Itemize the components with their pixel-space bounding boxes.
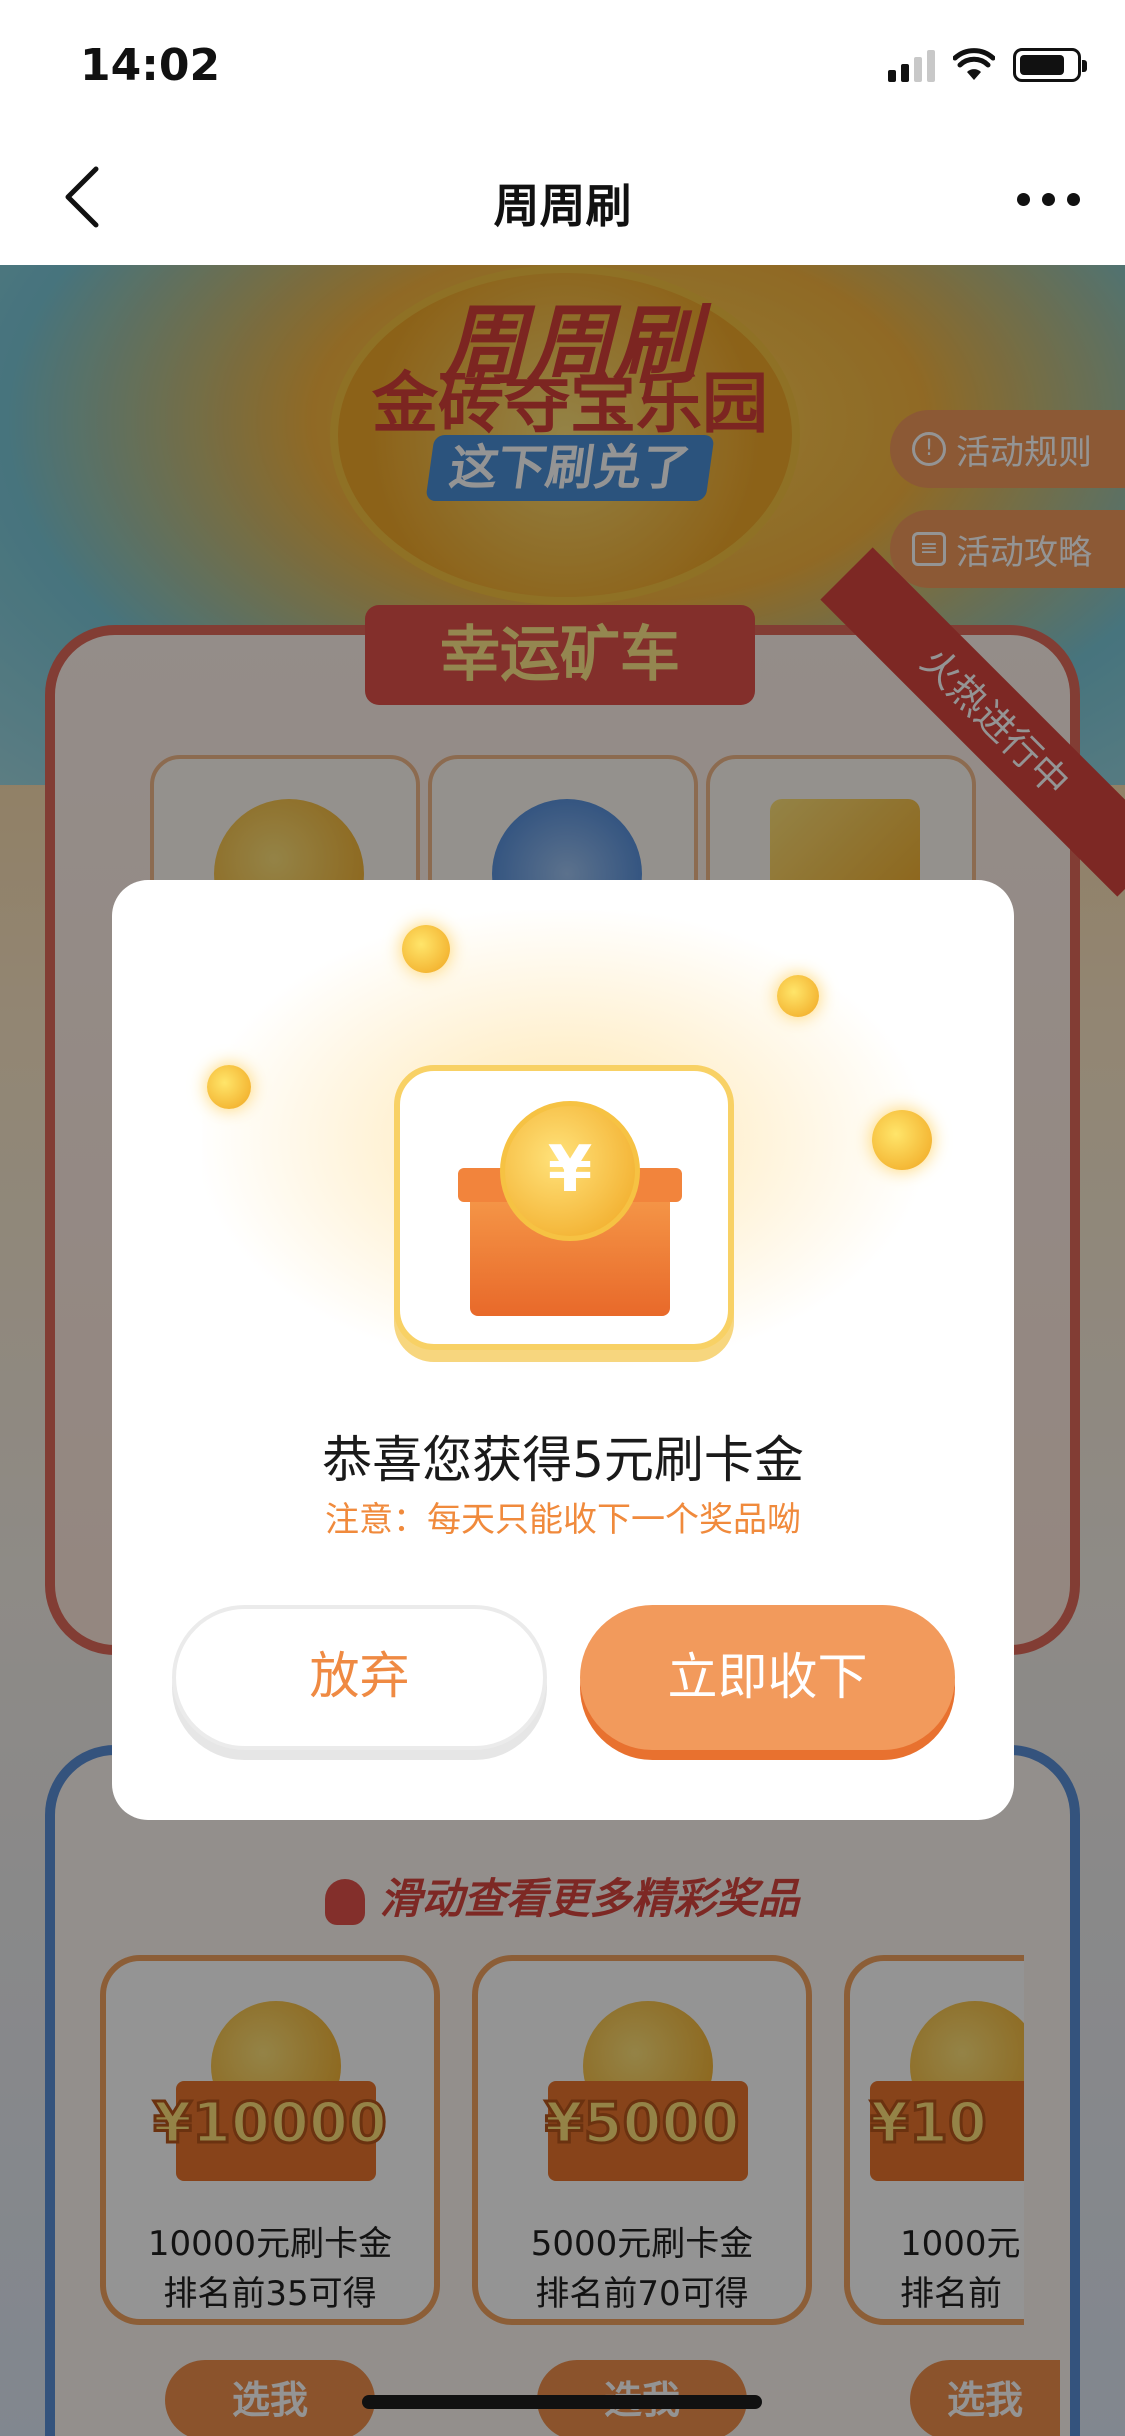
coin-icon: [872, 1110, 932, 1170]
reward-dialog: ¥ 恭喜您获得5元刷卡金 注意：每天只能收下一个奖品呦 放弃 立即收下: [112, 880, 1014, 1820]
coin-icon: [402, 925, 450, 973]
status-icons: [888, 48, 1087, 82]
give-up-button[interactable]: 放弃: [172, 1605, 547, 1750]
dialog-note: 注意：每天只能收下一个奖品呦: [325, 1500, 801, 1540]
wifi-icon: [953, 48, 995, 80]
accept-button[interactable]: 立即收下: [580, 1605, 955, 1750]
coin-icon: ¥: [500, 1101, 640, 1241]
nav-bar: 周周刷: [0, 135, 1125, 265]
status-time: 14:02: [80, 40, 221, 91]
coin-icon: [777, 975, 819, 1017]
status-bar: 14:02: [0, 0, 1125, 135]
dialog-title: 恭喜您获得5元刷卡金: [322, 1431, 804, 1489]
more-button[interactable]: [1017, 193, 1080, 206]
signal-icon: [888, 48, 935, 82]
home-indicator[interactable]: [362, 2395, 762, 2409]
coin-icon: [207, 1065, 251, 1109]
page-title: 周周刷: [493, 179, 632, 233]
reward-tile: ¥: [394, 1065, 734, 1350]
battery-icon: [1013, 48, 1087, 82]
